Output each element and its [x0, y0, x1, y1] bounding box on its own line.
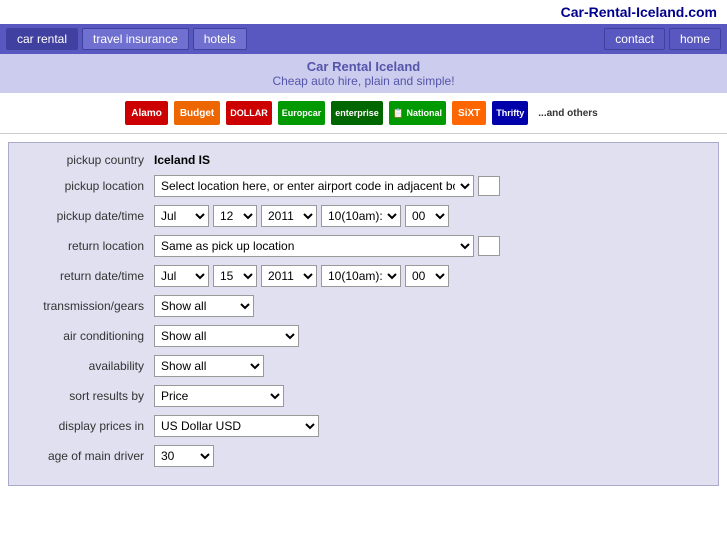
pickup-location-select[interactable]: Select location here, or enter airport c… — [154, 175, 474, 197]
nav-car-rental[interactable]: car rental — [6, 28, 78, 50]
transmission-select[interactable]: Show all — [154, 295, 254, 317]
page-title-line1: Car Rental Iceland — [5, 59, 722, 74]
brand-sixt: SiXT — [452, 101, 486, 125]
aircon-select[interactable]: Show all — [154, 325, 299, 347]
site-name: Car-Rental-Iceland.com — [561, 4, 717, 20]
aircon-row: air conditioning Show all — [24, 325, 703, 347]
nav-bar: car rental travel insurance hotels conta… — [0, 24, 727, 54]
pickup-country-row: pickup country Iceland IS — [24, 153, 703, 167]
brand-europcar: Europcar — [278, 101, 326, 125]
brand-dollar: DOLLAR — [226, 101, 272, 125]
pickup-country-label: pickup country — [24, 153, 154, 167]
return-location-box[interactable] — [478, 236, 500, 256]
return-datetime-row: return date/time Jul 15 2011 10(10am): 0… — [24, 265, 703, 287]
transmission-row: transmission/gears Show all — [24, 295, 703, 317]
return-location-controls: Same as pick up location — [154, 235, 703, 257]
aircon-controls: Show all — [154, 325, 703, 347]
nav-contact[interactable]: contact — [604, 28, 665, 50]
pickup-location-controls: Select location here, or enter airport c… — [154, 175, 703, 197]
pickup-location-label: pickup location — [24, 179, 154, 193]
availability-controls: Show all — [154, 355, 703, 377]
pickup-year-select[interactable]: 2011 — [261, 205, 317, 227]
page-title-line2: Cheap auto hire, plain and simple! — [5, 74, 722, 88]
pickup-datetime-controls: Jul 12 2011 10(10am): 00 — [154, 205, 703, 227]
pickup-country-value-area: Iceland IS — [154, 153, 703, 167]
return-location-select[interactable]: Same as pick up location — [154, 235, 474, 257]
return-hour-select[interactable]: 10(10am): — [321, 265, 401, 287]
return-location-row: return location Same as pick up location — [24, 235, 703, 257]
age-select[interactable]: 30 — [154, 445, 214, 467]
brands-bar: Alamo Budget DOLLAR Europcar enterprise … — [0, 93, 727, 134]
brand-national: 📋 National — [389, 101, 446, 125]
return-datetime-label: return date/time — [24, 269, 154, 283]
availability-select[interactable]: Show all — [154, 355, 264, 377]
return-datetime-controls: Jul 15 2011 10(10am): 00 — [154, 265, 703, 287]
pickup-month-select[interactable]: Jul — [154, 205, 209, 227]
sort-select[interactable]: Price — [154, 385, 284, 407]
return-min-select[interactable]: 00 — [405, 265, 449, 287]
return-month-select[interactable]: Jul — [154, 265, 209, 287]
pickup-country-value: Iceland IS — [154, 153, 210, 167]
pickup-day-select[interactable]: 12 — [213, 205, 257, 227]
nav-hotels[interactable]: hotels — [193, 28, 247, 50]
sort-controls: Price — [154, 385, 703, 407]
brand-alamo: Alamo — [125, 101, 168, 125]
nav-home[interactable]: home — [669, 28, 721, 50]
page-title-bar: Car Rental Iceland Cheap auto hire, plai… — [0, 54, 727, 93]
age-label: age of main driver — [24, 449, 154, 463]
currency-select[interactable]: US Dollar USD — [154, 415, 319, 437]
pickup-location-row: pickup location Select location here, or… — [24, 175, 703, 197]
pickup-hour-select[interactable]: 10(10am): — [321, 205, 401, 227]
brand-budget: Budget — [174, 101, 220, 125]
brand-enterprise: enterprise — [331, 101, 383, 125]
return-year-select[interactable]: 2011 — [261, 265, 317, 287]
availability-label: availability — [24, 359, 154, 373]
return-location-label: return location — [24, 239, 154, 253]
age-controls: 30 — [154, 445, 703, 467]
site-header: Car-Rental-Iceland.com — [0, 0, 727, 24]
pickup-datetime-row: pickup date/time Jul 12 2011 10(10am): 0… — [24, 205, 703, 227]
return-day-select[interactable]: 15 — [213, 265, 257, 287]
brand-others: ...and others — [534, 101, 601, 125]
transmission-label: transmission/gears — [24, 299, 154, 313]
pickup-min-select[interactable]: 00 — [405, 205, 449, 227]
aircon-label: air conditioning — [24, 329, 154, 343]
main-form-area: pickup country Iceland IS pickup locatio… — [8, 142, 719, 486]
transmission-controls: Show all — [154, 295, 703, 317]
currency-row: display prices in US Dollar USD — [24, 415, 703, 437]
availability-row: availability Show all — [24, 355, 703, 377]
sort-row: sort results by Price — [24, 385, 703, 407]
nav-travel-insurance[interactable]: travel insurance — [82, 28, 189, 50]
currency-label: display prices in — [24, 419, 154, 433]
brand-thrifty: Thrifty — [492, 101, 528, 125]
sort-label: sort results by — [24, 389, 154, 403]
age-row: age of main driver 30 — [24, 445, 703, 467]
pickup-datetime-label: pickup date/time — [24, 209, 154, 223]
currency-controls: US Dollar USD — [154, 415, 703, 437]
pickup-location-box[interactable] — [478, 176, 500, 196]
